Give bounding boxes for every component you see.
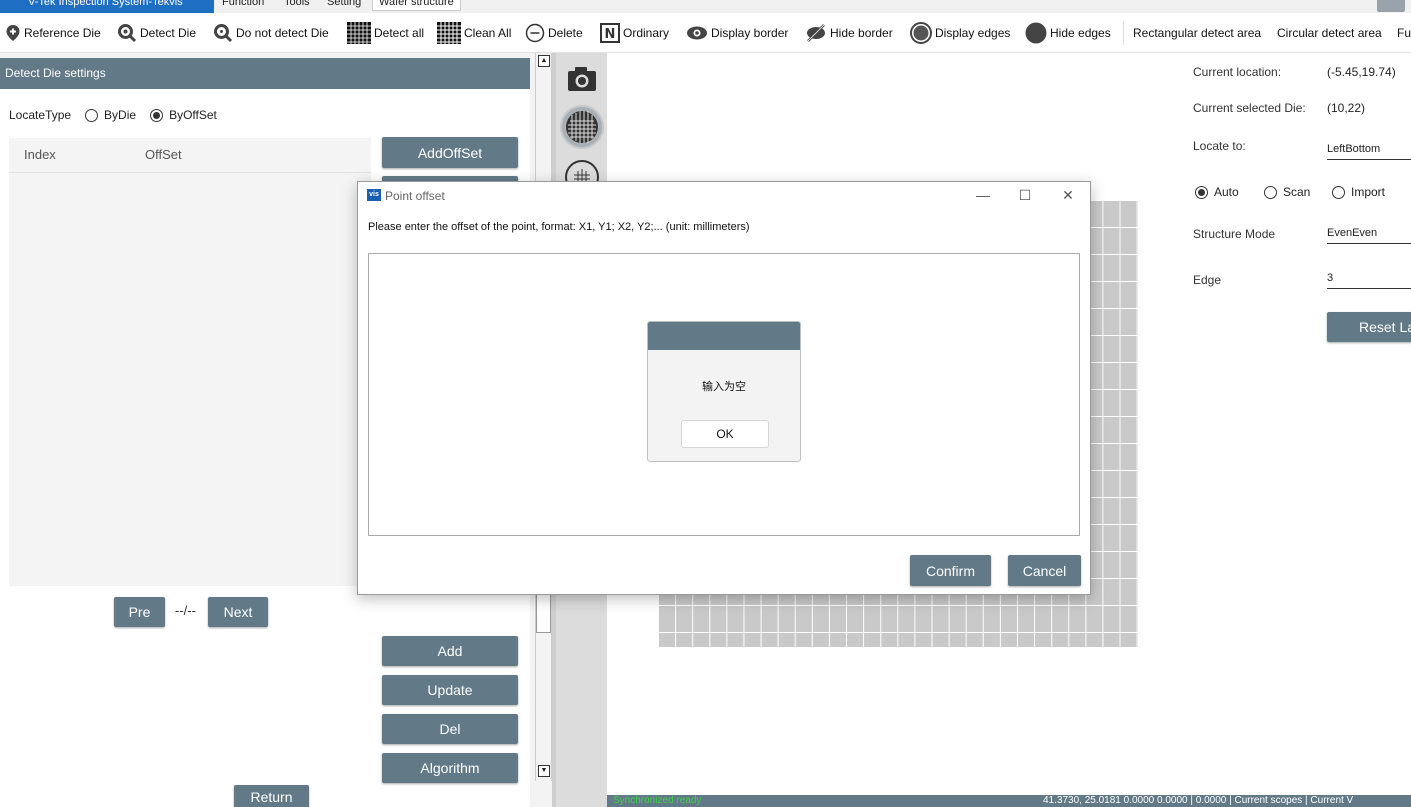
menubar: V-Tek Inspection System-Tekvis Function …	[0, 0, 1411, 13]
circle-ring-icon	[910, 22, 932, 44]
locate-to-select[interactable]: LeftBottom	[1327, 143, 1411, 160]
current-location-label: Current location:	[1193, 65, 1282, 79]
scrollbar-thumb[interactable]	[536, 593, 551, 633]
menu-setting[interactable]: Setting	[327, 0, 361, 10]
radio-circle	[1332, 185, 1345, 199]
update-button[interactable]: Update	[382, 675, 518, 705]
maximize-icon[interactable]: ☐	[1015, 187, 1035, 204]
dialog-instruction: Please enter the offset of the point, fo…	[368, 221, 750, 233]
table-header: Index OffSet	[9, 138, 371, 173]
radio-byoffset[interactable]: ByOffSet	[150, 108, 217, 122]
detect-die-button[interactable]: Detect Die	[117, 21, 196, 45]
add-button[interactable]: Add	[382, 636, 518, 666]
hide-border-button[interactable]: Hide border	[805, 21, 893, 45]
menu-function[interactable]: Function	[222, 0, 264, 10]
panel-header: Detect Die settings	[0, 58, 530, 89]
delete-button[interactable]: Delete	[525, 21, 583, 45]
status-bar: Synchronized ready 41.3730, 25.0181 0.00…	[607, 795, 1411, 807]
current-selected-die-label: Current selected Die:	[1193, 101, 1306, 115]
current-location-value: (-5.45,19.74)	[1327, 65, 1396, 79]
radio-bydie[interactable]: ByDie	[85, 108, 136, 122]
grid-full-icon	[347, 22, 371, 44]
edge-input[interactable]: 3	[1327, 272, 1411, 289]
dialog-titlebar[interactable]: vis Point offset — ☐ ✕	[358, 182, 1090, 210]
app-logo-icon: vis	[367, 189, 381, 201]
reference-die-button[interactable]: Reference Die	[5, 21, 101, 45]
del-button[interactable]: Del	[382, 714, 518, 744]
info-panel: Current location: (-5.45,19.74) Current …	[1177, 53, 1411, 795]
message-text: 输入为空	[702, 380, 746, 393]
reset-layout-button[interactable]: Reset La	[1327, 312, 1411, 342]
toolbar-divider	[1123, 21, 1124, 45]
hide-edges-button[interactable]: Hide edges	[1025, 21, 1111, 45]
cancel-button[interactable]: Cancel	[1008, 555, 1081, 586]
radio-circle	[1264, 185, 1277, 199]
magnifier-minus-icon	[213, 23, 233, 43]
clean-all-button[interactable]: Clean All	[437, 21, 511, 45]
next-button[interactable]: Next	[208, 597, 268, 627]
minimize-icon[interactable]: —	[973, 187, 993, 203]
locate-to-label: Locate to:	[1193, 139, 1246, 153]
radio-circle-selected	[1195, 185, 1208, 199]
confirm-button[interactable]: Confirm	[910, 555, 991, 586]
message-box-header	[648, 322, 800, 350]
scroll-up-arrow-icon[interactable]: ▲	[538, 55, 550, 67]
structure-mode-label: Structure Mode	[1193, 227, 1276, 241]
ok-button[interactable]: OK	[681, 420, 769, 448]
full-button[interactable]: Ful	[1397, 21, 1411, 45]
radio-circle	[85, 108, 99, 122]
svg-text:N: N	[605, 27, 616, 42]
column-index: Index	[24, 147, 56, 162]
location-pin-plus-icon	[5, 24, 21, 42]
radio-auto[interactable]: Auto	[1195, 185, 1239, 199]
corner-button[interactable]	[1377, 0, 1405, 12]
toolbar: Reference Die Detect Die Do not detect D…	[0, 13, 1411, 53]
add-offset-button[interactable]: AddOffSet	[382, 137, 518, 168]
offset-table[interactable]: Index OffSet	[9, 138, 371, 586]
status-ready-text: Synchronized ready	[613, 795, 702, 806]
message-box: 输入为空 OK	[647, 321, 801, 462]
return-button[interactable]: Return	[234, 785, 309, 807]
display-border-button[interactable]: Display border	[686, 21, 788, 45]
app-title: V-Tek Inspection System-Tekvis	[0, 0, 214, 13]
current-selected-die-value: (10,22)	[1327, 101, 1366, 115]
ordinary-button[interactable]: N Ordinary	[600, 21, 669, 45]
grid-clean-icon	[437, 22, 461, 44]
detect-all-button[interactable]: Detect all	[347, 21, 424, 45]
circular-detect-area-button[interactable]: Circular detect area	[1277, 21, 1382, 45]
close-icon[interactable]: ✕	[1058, 187, 1078, 204]
radio-scan[interactable]: Scan	[1264, 185, 1310, 199]
structure-mode-select[interactable]: EvenEven	[1327, 227, 1411, 244]
menu-wafer-structure[interactable]: Wafer structure	[372, 0, 461, 11]
minus-circle-icon	[525, 23, 545, 43]
rectangular-detect-area-button[interactable]: Rectangular detect area	[1133, 21, 1261, 45]
menu-tools[interactable]: Tools	[284, 0, 310, 10]
locate-type-label: LocateType	[9, 108, 72, 122]
dialog-title: Point offset	[385, 189, 445, 203]
radio-import[interactable]: Import	[1332, 185, 1385, 199]
circle-filled-icon	[1025, 22, 1047, 44]
column-offset: OffSet	[145, 147, 182, 162]
locate-type-group: LocateType ByDie ByOffSet	[9, 108, 217, 122]
edge-label: Edge	[1193, 273, 1222, 287]
radio-circle-selected	[150, 108, 164, 122]
letter-n-icon: N	[600, 23, 620, 43]
wafer-grid-icon[interactable]	[560, 105, 604, 149]
eye-slash-icon	[805, 23, 827, 43]
camera-icon[interactable]	[560, 58, 604, 102]
pre-button[interactable]: Pre	[114, 597, 165, 627]
scroll-down-arrow-icon[interactable]: ▼	[538, 765, 550, 777]
do-not-detect-die-button[interactable]: Do not detect Die	[213, 21, 329, 45]
eye-icon	[686, 25, 708, 41]
pager-text: --/--	[175, 603, 196, 618]
magnifier-icon	[117, 23, 137, 43]
algorithm-button[interactable]: Algorithm	[382, 753, 518, 783]
status-coords-text: 41.3730, 25.0181 0.0000 0.0000 | 0.0000 …	[1043, 795, 1354, 806]
display-edges-button[interactable]: Display edges	[910, 21, 1010, 45]
